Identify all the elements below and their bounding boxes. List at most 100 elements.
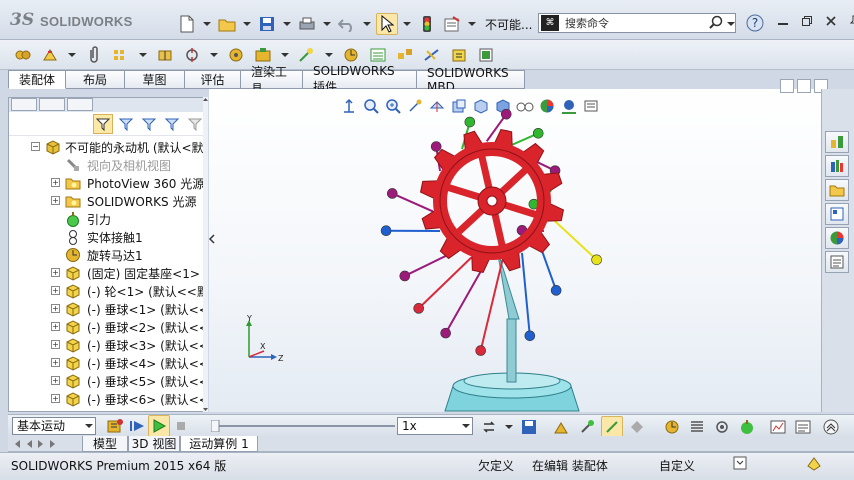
- filter-tags-icon[interactable]: [185, 114, 205, 134]
- tree-item[interactable]: 旋转马达1: [9, 246, 207, 264]
- add-key-icon[interactable]: [626, 416, 648, 438]
- undo-button[interactable]: [336, 13, 358, 35]
- pendulum-ball[interactable]: [380, 225, 392, 237]
- appearances-button[interactable]: [825, 227, 849, 249]
- pendulum-ball[interactable]: [500, 108, 512, 120]
- print-dropdown-icon[interactable]: [321, 13, 333, 35]
- playback-mode-dropdown-icon[interactable]: [503, 416, 515, 438]
- pendulum-ball[interactable]: [475, 345, 486, 356]
- units-status[interactable]: 自定义: [659, 457, 695, 474]
- tree-expander-icon[interactable]: +: [51, 340, 60, 349]
- pendulum-ball[interactable]: [550, 285, 562, 296]
- smart-fasteners-icon[interactable]: [154, 44, 176, 66]
- help-button[interactable]: ?: [745, 13, 765, 33]
- mate-dropdown-icon[interactable]: [66, 44, 78, 66]
- tree-item[interactable]: + (-) 轮<1> (默认<<默认: [9, 282, 207, 300]
- collapse-motion-manager-icon[interactable]: [820, 416, 842, 438]
- pendulum-ball[interactable]: [524, 330, 536, 342]
- tree-expander-icon[interactable]: +: [51, 178, 60, 187]
- play-button[interactable]: [148, 414, 170, 437]
- spring-icon[interactable]: [686, 416, 708, 438]
- reference-geometry-icon[interactable]: [296, 44, 318, 66]
- exploded-view-icon[interactable]: [394, 44, 416, 66]
- snapshot-icon[interactable]: [475, 44, 497, 66]
- command-search-box[interactable]: ⌘ 搜索命令: [538, 13, 736, 33]
- perpetual-motion-model[interactable]: [209, 89, 821, 412]
- tree-item[interactable]: + (-) 垂球<3> (默认<<默: [9, 336, 207, 354]
- panel-collapse-arrow-icon[interactable]: [208, 228, 216, 250]
- tree-item[interactable]: + (-) 垂球<6> (默认<<默: [9, 390, 207, 408]
- tree-expander-icon[interactable]: +: [51, 394, 60, 403]
- move-component-icon[interactable]: [181, 44, 203, 66]
- autokey-button[interactable]: [576, 416, 598, 438]
- wheel[interactable]: [419, 128, 565, 274]
- damper-icon[interactable]: [711, 416, 733, 438]
- study-type-select[interactable]: 基本运动: [12, 416, 96, 435]
- tree-expander-icon[interactable]: +: [51, 268, 60, 277]
- undo-dropdown-icon[interactable]: [361, 13, 373, 35]
- gravity-toolbar-icon[interactable]: [736, 416, 758, 438]
- show-hidden-icon[interactable]: [225, 44, 247, 66]
- pendulum-ball[interactable]: [440, 327, 451, 339]
- search-input[interactable]: 搜索命令: [565, 15, 705, 31]
- minimize-button[interactable]: [774, 12, 792, 30]
- tab-motion-study-1[interactable]: 运动算例 1: [180, 436, 258, 452]
- tree-item[interactable]: + (-) 垂球<2> (默认<<默: [9, 318, 207, 336]
- scroll-first-icon[interactable]: [12, 438, 22, 450]
- tree-item[interactable]: + (-) 垂球<4> (默认<<默: [9, 354, 207, 372]
- tree-expander-icon[interactable]: +: [51, 322, 60, 331]
- insert-component-icon[interactable]: [12, 44, 34, 66]
- restore-button[interactable]: [798, 12, 816, 30]
- file-properties-button[interactable]: [441, 13, 463, 35]
- tree-item[interactable]: 实体接触1: [9, 228, 207, 246]
- pin-icon[interactable]: [846, 12, 854, 30]
- filter-features-icon[interactable]: [116, 114, 136, 134]
- search-icon[interactable]: [705, 15, 727, 32]
- solidworks-resources-button[interactable]: [825, 131, 849, 153]
- tab-assembly[interactable]: 装配体: [8, 70, 67, 89]
- open-dropdown-icon[interactable]: [241, 13, 253, 35]
- fixed-base[interactable]: [444, 248, 580, 412]
- tree-expander-icon[interactable]: +: [51, 376, 60, 385]
- play-from-start-button[interactable]: [126, 415, 148, 437]
- animation-wizard-button[interactable]: [551, 416, 573, 438]
- calculate-button[interactable]: [104, 415, 126, 437]
- playback-mode-icon[interactable]: [478, 416, 500, 438]
- file-explorer-button[interactable]: [825, 179, 849, 201]
- close-button[interactable]: [822, 12, 840, 30]
- stop-button[interactable]: [170, 415, 192, 437]
- tree-scrollbar[interactable]: [203, 97, 208, 412]
- filter-mates-icon[interactable]: [162, 114, 182, 134]
- tree-expander-icon[interactable]: +: [51, 196, 60, 205]
- pendulum-ball[interactable]: [430, 141, 442, 152]
- feature-manager-tab[interactable]: [11, 98, 37, 111]
- new-dropdown-icon[interactable]: [201, 13, 213, 35]
- filter-icon[interactable]: [93, 113, 113, 134]
- tab-layout[interactable]: 布局: [66, 70, 126, 89]
- playback-speed-select[interactable]: 1x: [397, 417, 473, 435]
- view-palette-button[interactable]: [825, 203, 849, 225]
- filter-components-icon[interactable]: [139, 114, 159, 134]
- tree-expander-icon[interactable]: −: [31, 142, 40, 151]
- tree-item[interactable]: + (-) 垂球<1> (默认<<默: [9, 300, 207, 318]
- pendulum-ball[interactable]: [413, 303, 424, 314]
- rebuild-document-label[interactable]: 不可能...: [481, 16, 536, 33]
- tree-item[interactable]: 引力: [9, 210, 207, 228]
- tree-item[interactable]: 视向及相机视图: [9, 156, 207, 174]
- timeline-slider[interactable]: [210, 419, 397, 433]
- motor-icon[interactable]: [661, 416, 683, 438]
- new-motion-study-icon[interactable]: [340, 44, 362, 66]
- select-dropdown-icon[interactable]: [401, 13, 413, 35]
- tab-render-tools[interactable]: 渲染工具: [241, 65, 304, 96]
- print-button[interactable]: [296, 13, 318, 35]
- move-dropdown-icon[interactable]: [208, 44, 220, 66]
- tree-item[interactable]: − 不可能的永动机 (默认<默: [9, 138, 207, 156]
- explode-line-sketch-icon[interactable]: [421, 44, 443, 66]
- motion-study-properties-button[interactable]: [792, 416, 814, 438]
- autokey-active-button[interactable]: [601, 416, 623, 438]
- tab-solidworks-addins[interactable]: SOLIDWORKS 插件: [303, 64, 418, 94]
- rebuild-traffic-light-icon[interactable]: [416, 13, 438, 35]
- pendulum-ball[interactable]: [464, 116, 476, 128]
- open-folder-button[interactable]: [216, 13, 238, 35]
- reference-dropdown-icon[interactable]: [323, 44, 335, 66]
